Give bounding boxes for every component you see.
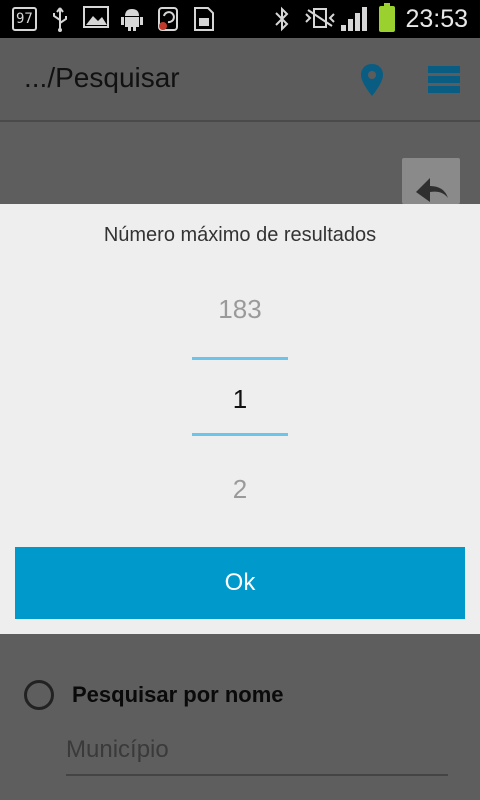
location-pin-icon[interactable] <box>358 62 386 98</box>
signal-icon <box>341 7 369 31</box>
sim-icon <box>191 6 217 32</box>
status-time: 23:53 <box>405 4 468 33</box>
bluetooth-icon <box>269 6 295 32</box>
back-button[interactable] <box>402 158 460 204</box>
sync-icon <box>155 6 181 32</box>
action-bar: .../Pesquisar <box>0 38 480 122</box>
page-title[interactable]: .../Pesquisar <box>24 62 180 94</box>
back-arrow-icon <box>416 178 448 202</box>
image-icon <box>82 6 109 32</box>
notification-count-badge: 97 <box>12 7 37 31</box>
status-bar-system: 23:53 <box>269 3 468 34</box>
vibrate-icon <box>305 6 336 32</box>
search-by-name-radio[interactable] <box>24 680 54 710</box>
municipio-placeholder: Município <box>66 736 169 763</box>
municipio-field[interactable]: Município <box>66 736 448 776</box>
ok-button[interactable]: Ok <box>15 547 465 619</box>
dialog-title: Número máximo de resultados <box>103 224 377 246</box>
android-icon <box>119 6 145 32</box>
status-bar-notifications: 97 <box>12 5 217 33</box>
picker-next-value[interactable]: 2 <box>0 474 480 505</box>
battery-charging-icon <box>379 3 396 32</box>
picker-divider-top <box>192 357 288 360</box>
picker-current-value[interactable]: 1 <box>0 384 480 415</box>
picker-divider-bottom <box>192 433 288 436</box>
usb-icon <box>47 6 73 32</box>
list-menu-icon[interactable] <box>428 66 460 94</box>
status-bar: 97 23:53 <box>0 0 480 38</box>
picker-previous-value[interactable]: 183 <box>0 294 480 325</box>
number-picker-dialog: Número máximo de resultados 183 1 2 Ok <box>0 204 480 634</box>
search-by-name-label[interactable]: Pesquisar por nome <box>72 682 284 708</box>
